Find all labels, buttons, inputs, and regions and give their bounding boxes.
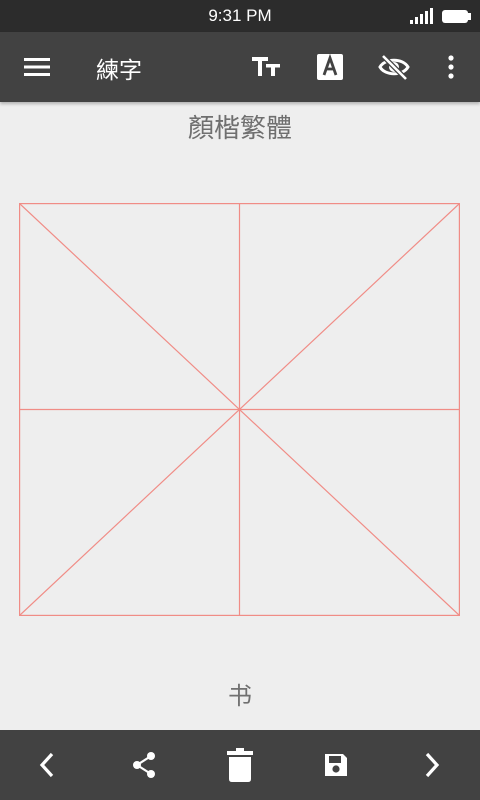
battery-icon — [442, 10, 471, 23]
next-icon — [425, 752, 440, 778]
app-title: 練字 — [96, 58, 142, 84]
status-time: 9:31 PM — [208, 6, 272, 25]
text-size-button[interactable] — [248, 49, 284, 85]
share-icon — [133, 752, 155, 778]
next-button[interactable] — [414, 747, 450, 783]
menu-icon — [24, 58, 50, 76]
previous-icon — [39, 752, 54, 778]
text-size-icon — [252, 57, 280, 76]
font-button[interactable] — [312, 49, 348, 85]
bottom-action-bar — [0, 730, 480, 800]
app-toolbar: 練字 — [0, 32, 480, 102]
delete-button[interactable] — [222, 747, 258, 783]
menu-button[interactable] — [19, 49, 55, 85]
more-options-button[interactable] — [433, 49, 469, 85]
visibility-off-icon — [378, 54, 410, 81]
save-button[interactable] — [318, 747, 354, 783]
character-label: 书 — [228, 682, 252, 710]
font-icon — [317, 53, 343, 80]
visibility-toggle-button[interactable] — [376, 49, 412, 85]
signal-icon — [410, 8, 433, 24]
more-vert-icon — [448, 55, 454, 79]
previous-button[interactable] — [29, 747, 65, 783]
practice-grid[interactable] — [18, 202, 461, 617]
status-bar: 9:31 PM — [0, 0, 480, 32]
share-button[interactable] — [126, 747, 162, 783]
delete-icon — [227, 748, 253, 782]
save-icon — [325, 754, 347, 776]
font-name-label: 顏楷繁體 — [187, 114, 292, 144]
status-indicators — [410, 8, 472, 24]
